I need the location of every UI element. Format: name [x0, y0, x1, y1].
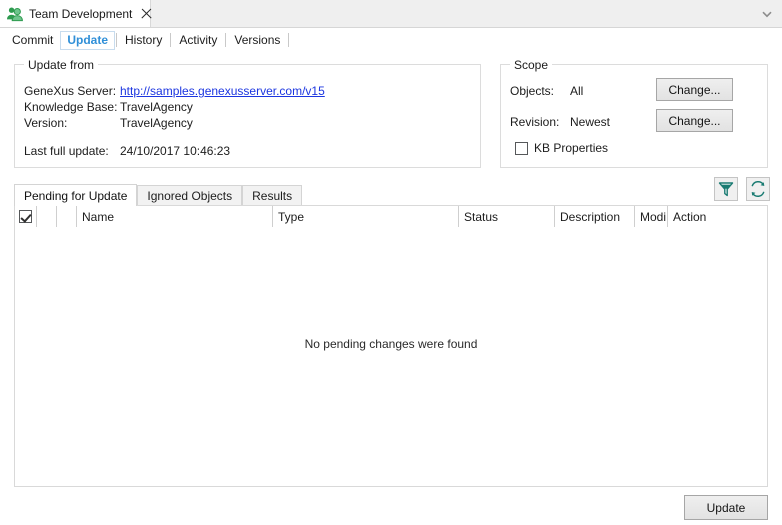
objects-change-button[interactable]: Change... — [656, 78, 733, 101]
tab-activity[interactable]: Activity — [172, 31, 224, 50]
grid-tab-ignored-objects[interactable]: Ignored Objects — [137, 185, 243, 206]
grid-tab-results[interactable]: Results — [242, 185, 303, 206]
knowledge-base-label: Knowledge Base: — [24, 100, 118, 114]
name-column[interactable]: Name — [77, 206, 273, 227]
chevron-down-icon[interactable] — [760, 7, 774, 21]
section-tab-strip: Commit Update History Activity Versions — [0, 28, 782, 52]
refresh-button[interactable] — [746, 177, 770, 201]
empty-grid-message: No pending changes were found — [304, 337, 478, 351]
filter-funnel-button[interactable] — [714, 177, 738, 201]
tab-versions[interactable]: Versions — [227, 31, 287, 50]
modified-column[interactable]: Modi — [635, 206, 668, 227]
version-value: TravelAgency — [120, 116, 193, 130]
team-people-icon — [6, 5, 24, 23]
genexus-server-label: GeneXus Server: — [24, 84, 117, 98]
document-tab-bar: Team Development — [0, 0, 782, 28]
document-tab-team-development[interactable]: Team Development — [0, 0, 151, 27]
tab-separator — [116, 33, 118, 47]
tab-commit[interactable]: Commit — [5, 31, 60, 50]
scope-group-title: Scope — [510, 58, 553, 72]
refresh-icon — [751, 180, 765, 198]
genexus-server-link[interactable]: http://samples.genexusserver.com/v15 — [120, 84, 325, 98]
objects-value: All — [570, 84, 584, 98]
select-all-checkbox-column[interactable] — [15, 206, 37, 227]
update-button[interactable]: Update — [684, 495, 768, 520]
type-column[interactable]: Type — [273, 206, 459, 227]
action-column[interactable]: Action — [668, 206, 767, 227]
tab-separator — [170, 33, 172, 47]
footer-bar: Update — [0, 489, 782, 525]
document-tab-label: Team Development — [29, 6, 133, 21]
last-full-update-value: 24/10/2017 10:46:23 — [120, 144, 231, 158]
last-full-update-label: Last full update: — [24, 144, 109, 158]
revision-value: Newest — [570, 115, 611, 129]
grid-tab-pending-for-update[interactable]: Pending for Update — [14, 184, 138, 206]
tab-update[interactable]: Update — [60, 30, 116, 50]
status-column[interactable]: Status — [459, 206, 555, 227]
version-label: Version: — [24, 116, 68, 130]
icon-column-1[interactable] — [37, 206, 57, 227]
objects-label: Objects: — [510, 84, 555, 98]
revision-change-button[interactable]: Change... — [656, 109, 733, 132]
icon-column-2[interactable] — [57, 206, 77, 227]
scope-group: Scope Objects: All Change... Revision: N… — [500, 58, 768, 168]
tab-separator — [225, 33, 227, 47]
description-column[interactable]: Description — [555, 206, 635, 227]
select-all-checkbox[interactable] — [19, 210, 32, 223]
revision-label: Revision: — [510, 115, 560, 129]
tab-separator — [288, 33, 290, 47]
knowledge-base-value: TravelAgency — [120, 100, 193, 114]
close-icon[interactable] — [140, 7, 153, 20]
kb-properties-checkbox[interactable] — [515, 142, 528, 155]
update-from-group: Update from GeneXus Server: http://sampl… — [14, 58, 481, 168]
kb-properties-label: KB Properties — [534, 141, 609, 155]
grid-header-row: Name Type Status Description Modi Action — [15, 206, 767, 227]
filter-funnel-icon — [718, 182, 734, 197]
grid-tab-strip: Pending for Update Ignored Objects Resul… — [14, 184, 303, 206]
tab-history[interactable]: History — [118, 31, 169, 50]
pending-for-update-grid: Name Type Status Description Modi Action… — [14, 205, 768, 487]
update-from-group-title: Update from — [24, 58, 99, 72]
